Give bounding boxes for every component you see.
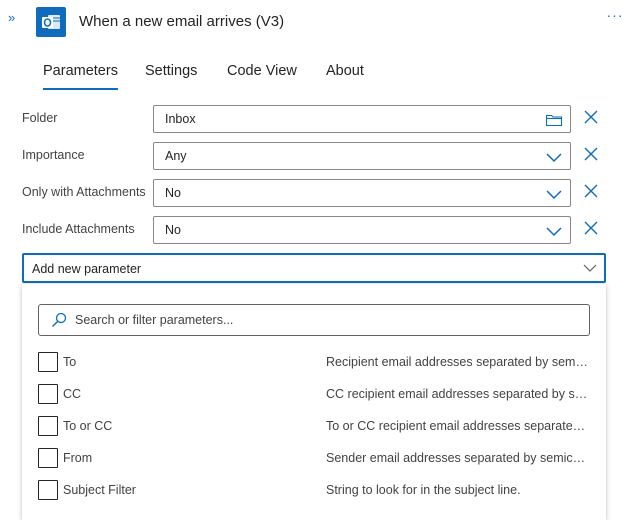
include-attachments-value: No [165, 223, 181, 237]
add-new-parameter-label: Add new parameter [32, 262, 142, 276]
tab-parameters[interactable]: Parameters [43, 58, 118, 90]
option-name: From [63, 451, 93, 465]
option-name: Subject Filter [63, 483, 136, 497]
importance-dropdown[interactable]: Any [153, 142, 571, 170]
option-checkbox[interactable] [38, 384, 58, 404]
search-box[interactable] [38, 304, 590, 336]
option-description: To or CC recipient email addresses separ… [326, 419, 588, 433]
option-to[interactable]: To Recipient email addresses separated b… [38, 352, 590, 374]
chevron-down-icon[interactable] [545, 186, 563, 202]
folder-label: Folder [22, 111, 58, 125]
option-name: To [63, 355, 77, 369]
folder-value: Inbox [165, 112, 196, 126]
only-attachments-label: Only with Attachments [22, 185, 146, 199]
option-checkbox[interactable] [38, 352, 58, 372]
tab-code-view[interactable]: Code View [227, 58, 297, 88]
option-name: To or CC [63, 419, 113, 433]
include-attachments-dropdown[interactable]: No [153, 216, 571, 244]
card-header: » When a new email arrives (V3) ··· [0, 0, 631, 44]
chevron-down-icon[interactable] [545, 223, 563, 239]
remove-importance-icon[interactable] [583, 146, 599, 162]
importance-label: Importance [22, 148, 85, 162]
option-description: Sender email addresses separated by semi… [326, 451, 588, 465]
folder-icon[interactable] [545, 112, 563, 128]
option-from[interactable]: From Sender email addresses separated by… [38, 448, 590, 470]
option-checkbox[interactable] [38, 416, 58, 436]
card-title: When a new email arrives (V3) [79, 13, 285, 30]
option-checkbox[interactable] [38, 448, 58, 468]
remove-include-attachments-icon[interactable] [583, 220, 599, 236]
action-card: » When a new email arrives (V3) ··· Para… [0, 0, 631, 520]
option-description: CC recipient email addresses separated b… [326, 387, 588, 401]
only-attachments-value: No [165, 186, 181, 200]
only-attachments-dropdown[interactable]: No [153, 179, 571, 207]
remove-only-attachments-icon[interactable] [583, 183, 599, 199]
more-options-icon[interactable]: ··· [606, 6, 624, 24]
chevron-down-icon[interactable] [581, 260, 599, 276]
tab-about[interactable]: About [326, 58, 364, 88]
option-subject-filter[interactable]: Subject Filter String to look for in the… [38, 480, 590, 502]
option-to-or-cc[interactable]: To or CC To or CC recipient email addres… [38, 416, 590, 438]
add-new-parameter-dropdown[interactable]: Add new parameter [22, 253, 606, 283]
option-name: CC [63, 387, 82, 401]
parameter-options-panel: To Recipient email addresses separated b… [22, 284, 606, 520]
chevron-down-icon[interactable] [545, 149, 563, 165]
search-icon [51, 312, 67, 328]
remove-folder-icon[interactable] [583, 109, 599, 125]
tab-settings[interactable]: Settings [145, 58, 197, 88]
option-description: Recipient email addresses separated by s… [326, 355, 588, 369]
folder-field[interactable]: Inbox [153, 105, 571, 133]
include-attachments-label: Include Attachments [22, 222, 135, 236]
option-cc[interactable]: CC CC recipient email addresses separate… [38, 384, 590, 406]
importance-value: Any [165, 149, 187, 163]
outlook-icon [36, 7, 66, 37]
expand-icon[interactable]: » [8, 10, 24, 26]
option-checkbox[interactable] [38, 480, 58, 500]
search-input[interactable] [75, 310, 575, 330]
option-description: String to look for in the subject line. [326, 483, 521, 497]
